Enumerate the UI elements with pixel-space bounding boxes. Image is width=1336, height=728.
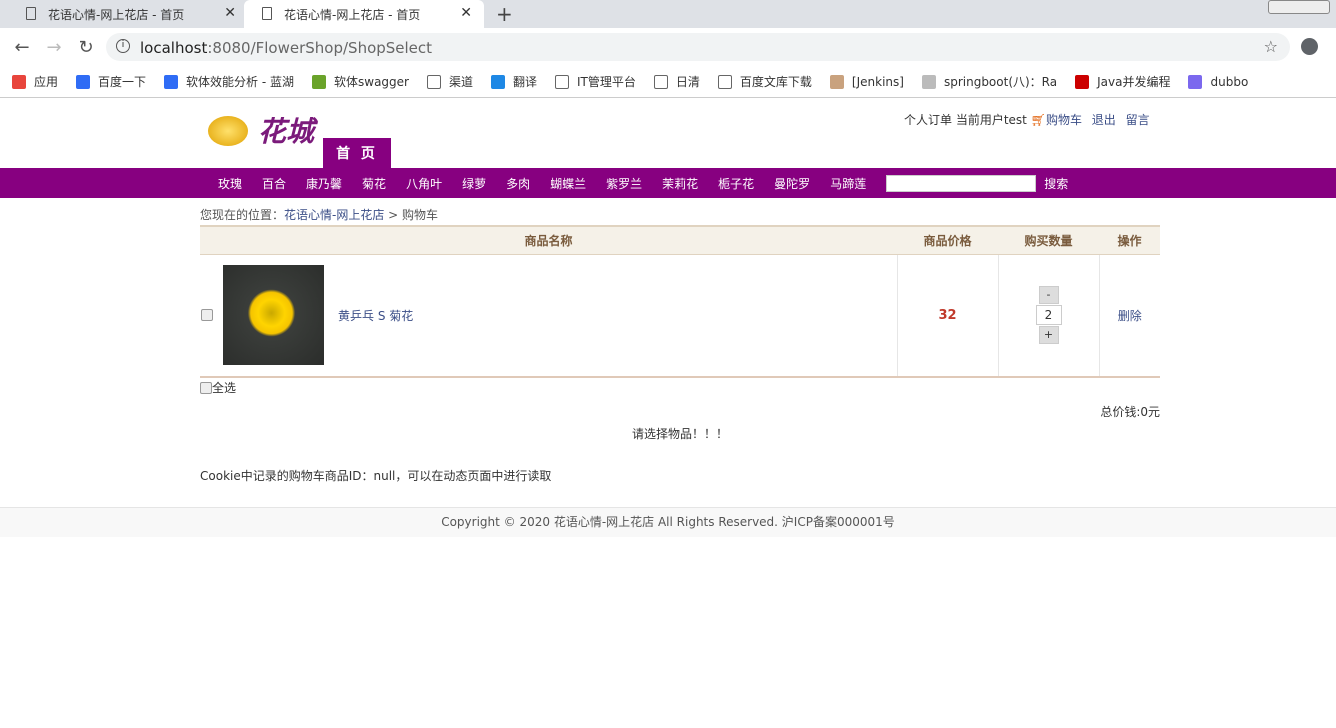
- bookmark-item[interactable]: 百度文库下载: [717, 73, 812, 90]
- category-link[interactable]: 八角叶: [406, 175, 442, 192]
- item-checkbox[interactable]: [201, 309, 213, 322]
- category-link[interactable]: 绿萝: [462, 175, 486, 192]
- total-price: 总价钱:0元: [1100, 405, 1160, 419]
- home-tab[interactable]: 首 页: [323, 138, 391, 168]
- category-link[interactable]: 百合: [262, 175, 286, 192]
- reload-icon[interactable]: ↻: [76, 37, 96, 58]
- quantity-increase-button[interactable]: +: [1038, 326, 1059, 345]
- bookmark-item[interactable]: dubbo: [1188, 74, 1248, 89]
- category-link[interactable]: 紫罗兰: [606, 175, 642, 192]
- category-link[interactable]: 玫瑰: [218, 175, 242, 192]
- document-icon: [262, 7, 272, 20]
- search-button[interactable]: 搜索: [1044, 175, 1068, 192]
- cookie-info: Cookie中记录的购物车商品ID：null，可以在动态页面中进行读取: [200, 469, 552, 483]
- bookmark-icon: [1188, 74, 1203, 89]
- delete-link[interactable]: 删除: [1118, 309, 1142, 323]
- cart-icon: 🛒︎: [1030, 113, 1046, 127]
- notice-text: 请选择物品！！！: [632, 427, 729, 441]
- category-link[interactable]: 栀子花: [718, 175, 754, 192]
- footer: Copyright © 2020 花语心情-网上花店 All Rights Re…: [0, 507, 1336, 537]
- breadcrumb: 您现在的位置：花语心情-网上花店 > 购物车: [200, 208, 439, 222]
- quantity-input[interactable]: 2: [1035, 305, 1062, 326]
- bookmark-item[interactable]: 软体swagger: [312, 73, 409, 90]
- product-name-link[interactable]: 黄乒乓 S 菊花: [338, 307, 413, 324]
- select-all[interactable]: 全选: [200, 379, 236, 396]
- product-price: 32: [938, 307, 957, 323]
- info-icon[interactable]: i: [116, 39, 130, 53]
- category-menu: 玫瑰 百合 康乃馨 菊花 八角叶 绿萝 多肉 蝴蝶兰 紫罗兰 茉莉花 栀子花 曼陀罗 马蹄莲 搜索: [0, 168, 1336, 198]
- category-link[interactable]: 茉莉花: [662, 175, 698, 192]
- cart-table: 商品名称 商品价格 购买数量 操作 黄乒乓 S 菊花 32 - 2 + 删除: [200, 225, 1160, 378]
- bookmark-star-icon[interactable]: ☆: [1264, 37, 1278, 56]
- product-image[interactable]: [223, 265, 324, 366]
- bookmark-item[interactable]: 日清: [653, 73, 700, 90]
- bookmark-item[interactable]: 渠道: [426, 73, 473, 90]
- category-link[interactable]: 蝴蝶兰: [550, 175, 586, 192]
- bookmark-item[interactable]: 百度一下: [76, 73, 146, 90]
- bookmark-icon: [312, 74, 326, 89]
- logout-link[interactable]: 退出: [1092, 113, 1116, 127]
- top-links: 个人订单 当前用户test 🛒︎购物车 退出 留言: [904, 111, 1150, 128]
- bookmark-icon: [717, 74, 732, 89]
- category-link[interactable]: 多肉: [506, 175, 530, 192]
- bookmark-icon: [76, 74, 91, 89]
- table-row: 黄乒乓 S 菊花 32 - 2 + 删除: [200, 254, 1160, 378]
- bookmark-item[interactable]: springboot(八)：Ra: [921, 73, 1057, 90]
- logo[interactable]: 花城: [200, 106, 320, 150]
- category-link[interactable]: 康乃馨: [306, 175, 342, 192]
- url-input[interactable]: i localhost:8080/FlowerShop/ShopSelect: [106, 33, 1290, 61]
- bookmark-item[interactable]: 软体效能分析 - 蓝湖: [164, 73, 294, 90]
- bookmark-item[interactable]: 翻译: [491, 73, 537, 90]
- message-link[interactable]: 留言: [1126, 113, 1150, 127]
- bookmark-icon: [12, 74, 26, 89]
- logo-image: [208, 116, 248, 146]
- bookmark-icon: [555, 74, 570, 89]
- account-icon[interactable]: [1301, 38, 1318, 55]
- browser-tab[interactable]: 花语心情-网上花店 - 首页 ✕: [8, 0, 248, 28]
- quantity-decrease-button[interactable]: -: [1038, 286, 1059, 305]
- breadcrumb-home-link[interactable]: 花语心情-网上花店: [284, 208, 384, 222]
- current-user: 当前用户test: [955, 113, 1027, 127]
- tab-bar: 花语心情-网上花店 - 首页 ✕ 花语心情-网上花店 - 首页 ✕ +: [0, 0, 1336, 28]
- bookmarks-bar: 应用 百度一下 软体效能分析 - 蓝湖 软体swagger 渠道 翻译 IT管理平台 日清 百度…: [0, 66, 1336, 98]
- category-link[interactable]: 马蹄莲: [830, 175, 866, 192]
- bookmark-item[interactable]: 应用: [12, 73, 58, 90]
- new-tab-button[interactable]: +: [496, 2, 513, 26]
- browser-tab-active[interactable]: 花语心情-网上花店 - 首页 ✕: [244, 0, 484, 28]
- cart-link[interactable]: 购物车: [1046, 113, 1082, 127]
- bookmark-icon: [164, 74, 179, 89]
- table-header: 商品名称 商品价格 购买数量 操作: [200, 225, 1160, 255]
- bookmark-icon: [653, 74, 668, 89]
- search-input[interactable]: [886, 174, 1037, 192]
- close-tab-icon[interactable]: ✕: [460, 5, 472, 21]
- close-tab-icon[interactable]: ✕: [224, 5, 236, 21]
- category-link[interactable]: 菊花: [362, 175, 386, 192]
- bookmark-icon: [491, 74, 505, 89]
- forward-icon[interactable]: →: [44, 37, 64, 58]
- shop-page: 花城 首 页 个人订单 当前用户test 🛒︎购物车 退出 留言 玫瑰 百合 康乃馨…: [0, 98, 1336, 537]
- bookmark-item[interactable]: Java并发编程: [1075, 73, 1170, 90]
- bookmark-icon: [829, 74, 844, 89]
- window-controls[interactable]: [1268, 0, 1330, 14]
- category-link[interactable]: 曼陀罗: [774, 175, 810, 192]
- back-icon[interactable]: ←: [12, 37, 32, 58]
- bookmark-icon: [426, 74, 441, 89]
- document-icon: [26, 7, 36, 20]
- bookmark-item[interactable]: IT管理平台: [555, 73, 636, 90]
- select-all-checkbox[interactable]: [200, 381, 212, 394]
- bookmark-icon: [1075, 74, 1090, 89]
- orders-link[interactable]: 个人订单: [904, 113, 952, 127]
- bookmark-item[interactable]: [Jenkins]: [829, 74, 904, 89]
- address-bar-row: ← → ↻ i localhost:8080/FlowerShop/ShopSel…: [0, 28, 1336, 66]
- bookmark-icon: [921, 74, 936, 89]
